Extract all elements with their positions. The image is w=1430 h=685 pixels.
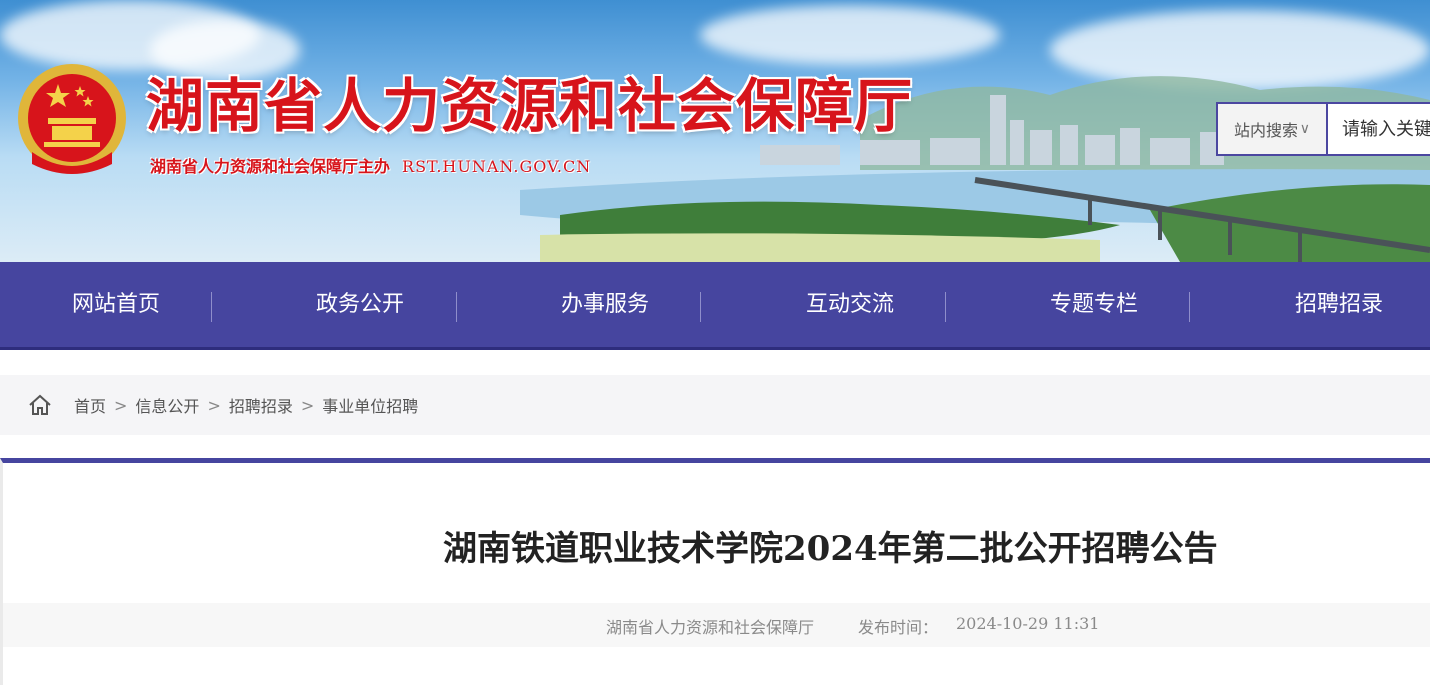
nav-divider — [700, 292, 701, 322]
nav-item-government-affairs[interactable]: 政务公开 — [316, 262, 404, 347]
site-domain: RST.HUNAN.GOV.CN — [402, 157, 592, 176]
main-nav: 网站首页 政务公开 办事服务 互动交流 专题专栏 招聘招录 — [0, 262, 1430, 350]
chevron-right-icon: > — [300, 395, 315, 415]
article-title: 湖南铁道职业技术学院2024年第二批公开招聘公告 — [443, 529, 1218, 569]
sponsor-text: 湖南省人力资源和社会保障厅主办 — [150, 157, 391, 176]
chevron-right-icon: > — [207, 395, 221, 415]
nav-item-home[interactable]: 网站首页 — [72, 262, 160, 347]
nav-item-services[interactable]: 办事服务 — [561, 262, 649, 347]
chevron-down-icon: ∨ — [1299, 121, 1310, 137]
search-input[interactable] — [1328, 117, 1430, 141]
breadcrumb-institution-recruitment[interactable]: 事业单位招聘 — [322, 393, 418, 417]
nav-divider — [945, 292, 946, 322]
search-scope-select[interactable]: 站内搜索 ∨ — [1218, 104, 1328, 154]
publish-time: 2024-10-29 11:31 — [956, 614, 1100, 633]
nav-divider — [211, 292, 212, 322]
breadcrumb-info-disclosure[interactable]: 信息公开 — [135, 393, 199, 417]
header-banner: 湖南省人力资源和社会保障厅 湖南省人力资源和社会保障厅主办 RST.HUNAN.G… — [0, 0, 1430, 262]
site-subtitle: 湖南省人力资源和社会保障厅主办 RST.HUNAN.GOV.CN — [150, 153, 591, 177]
publish-time-label: 发布时间： — [858, 618, 939, 637]
nav-divider — [1189, 292, 1190, 322]
article-source: 湖南省人力资源和社会保障厅 — [606, 618, 815, 637]
home-icon[interactable] — [28, 393, 52, 417]
nav-divider — [456, 292, 457, 322]
nav-item-recruitment[interactable]: 招聘招录 — [1295, 262, 1383, 347]
national-emblem-icon — [18, 64, 126, 174]
search-scope-label: 站内搜索 — [1234, 121, 1299, 140]
breadcrumb-home[interactable]: 首页 — [74, 393, 106, 417]
nav-item-special-topics[interactable]: 专题专栏 — [1050, 262, 1138, 347]
search-box: 站内搜索 ∨ — [1216, 102, 1430, 156]
article-panel: 湖南铁道职业技术学院2024年第二批公开招聘公告 湖南省人力资源和社会保障厅 发… — [0, 458, 1430, 685]
site-title: 湖南省人力资源和社会保障厅 — [146, 72, 914, 140]
breadcrumb: 首页 > 信息公开 > 招聘招录 > 事业单位招聘 — [0, 375, 1430, 435]
article-meta: 湖南省人力资源和社会保障厅 发布时间： 2024-10-29 11:31 — [3, 603, 1430, 647]
chevron-right-icon: > — [114, 395, 128, 415]
breadcrumb-recruitment[interactable]: 招聘招录 — [229, 393, 293, 417]
nav-item-interaction[interactable]: 互动交流 — [806, 262, 894, 347]
